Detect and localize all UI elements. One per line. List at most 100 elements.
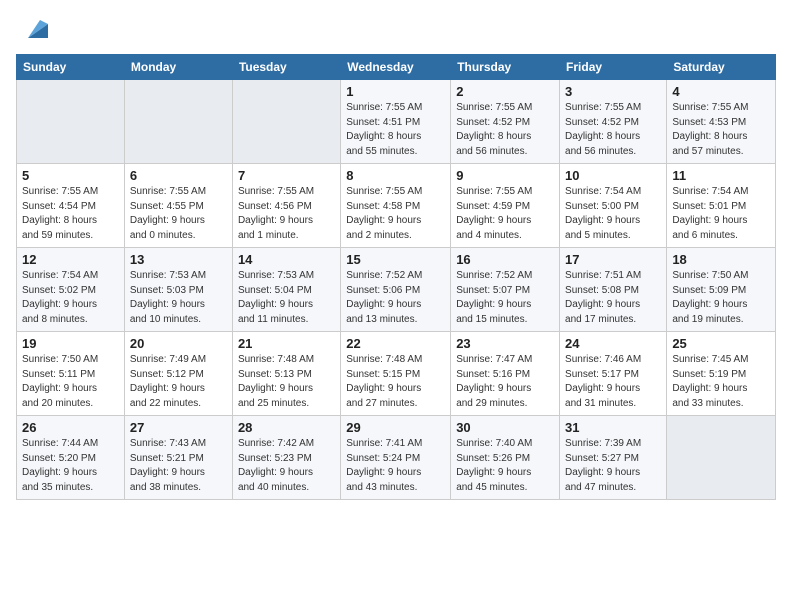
day-number: 29 — [346, 420, 445, 435]
calendar-cell: 19 Sunrise: 7:50 AM Sunset: 5:11 PM Dayli… — [17, 332, 125, 416]
weekday-header-friday: Friday — [560, 55, 667, 80]
day-number: 17 — [565, 252, 661, 267]
calendar-cell: 2Sunrise: 7:55 AM Sunset: 4:52 PM Daylig… — [451, 80, 560, 164]
day-info: Sunrise: 7:45 AM Sunset: 5:19 PM Dayligh… — [672, 353, 770, 411]
day-info: Sunrise: 7:42 AM Sunset: 5:23 PM Dayligh… — [238, 437, 335, 495]
calendar-cell: 24 Sunrise: 7:46 AM Sunset: 5:17 PM Dayli… — [560, 332, 667, 416]
calendar-cell: 21 Sunrise: 7:48 AM Sunset: 5:13 PM Dayli… — [232, 332, 340, 416]
day-info: Sunrise: 7:46 AM Sunset: 5:17 PM Dayligh… — [565, 353, 661, 411]
day-info: Sunrise: 7:51 AM Sunset: 5:08 PM Dayligh… — [565, 269, 661, 327]
calendar-cell: 16 Sunrise: 7:52 AM Sunset: 5:07 PM Dayli… — [451, 248, 560, 332]
calendar-cell: 8 Sunrise: 7:55 AM Sunset: 4:58 PM Daylig… — [341, 164, 451, 248]
weekday-header-thursday: Thursday — [451, 55, 560, 80]
day-info: Sunrise: 7:50 AM Sunset: 5:11 PM Dayligh… — [22, 353, 119, 411]
day-number: 13 — [130, 252, 227, 267]
day-number: 28 — [238, 420, 335, 435]
day-info: Sunrise: 7:54 AM Sunset: 5:00 PM Dayligh… — [565, 185, 661, 243]
calendar-cell: 26 Sunrise: 7:44 AM Sunset: 5:20 PM Dayli… — [17, 416, 125, 500]
day-number: 15 — [346, 252, 445, 267]
day-info: Sunrise: 7:55 AM Sunset: 4:56 PM Dayligh… — [238, 185, 335, 243]
calendar-cell — [17, 80, 125, 164]
calendar-cell: 13 Sunrise: 7:53 AM Sunset: 5:03 PM Dayli… — [124, 248, 232, 332]
day-number: 21 — [238, 336, 335, 351]
day-number: 7 — [238, 168, 335, 183]
calendar-cell: 29 Sunrise: 7:41 AM Sunset: 5:24 PM Dayli… — [341, 416, 451, 500]
calendar-week-1: 1 Sunrise: 7:55 AM Sunset: 4:51 PM Daylig… — [17, 80, 776, 164]
day-number: 23 — [456, 336, 554, 351]
calendar-cell: 31 Sunrise: 7:39 AM Sunset: 5:27 PM Dayli… — [560, 416, 667, 500]
day-info: Sunrise: 7:54 AM Sunset: 5:02 PM Dayligh… — [22, 269, 119, 327]
day-info: Sunrise: 7:43 AM Sunset: 5:21 PM Dayligh… — [130, 437, 227, 495]
day-number: 4 — [672, 84, 770, 99]
calendar-table: SundayMondayTuesdayWednesdayThursdayFrid… — [16, 54, 776, 500]
day-number: 10 — [565, 168, 661, 183]
calendar-week-2: 5 Sunrise: 7:55 AM Sunset: 4:54 PM Daylig… — [17, 164, 776, 248]
day-info: Sunrise: 7:44 AM Sunset: 5:20 PM Dayligh… — [22, 437, 119, 495]
day-number: 24 — [565, 336, 661, 351]
day-number: 16 — [456, 252, 554, 267]
weekday-header-monday: Monday — [124, 55, 232, 80]
day-info: Sunrise: 7:55 AM Sunset: 4:52 PM Dayligh… — [456, 101, 554, 159]
calendar-cell: 27 Sunrise: 7:43 AM Sunset: 5:21 PM Dayli… — [124, 416, 232, 500]
day-number: 20 — [130, 336, 227, 351]
day-info: Sunrise: 7:39 AM Sunset: 5:27 PM Dayligh… — [565, 437, 661, 495]
day-info: Sunrise: 7:47 AM Sunset: 5:16 PM Dayligh… — [456, 353, 554, 411]
day-info: Sunrise: 7:52 AM Sunset: 5:06 PM Dayligh… — [346, 269, 445, 327]
calendar-cell: 10 Sunrise: 7:54 AM Sunset: 5:00 PM Dayli… — [560, 164, 667, 248]
calendar-cell: 3Sunrise: 7:55 AM Sunset: 4:52 PM Daylig… — [560, 80, 667, 164]
calendar-week-4: 19 Sunrise: 7:50 AM Sunset: 5:11 PM Dayli… — [17, 332, 776, 416]
day-info: Sunrise: 7:40 AM Sunset: 5:26 PM Dayligh… — [456, 437, 554, 495]
calendar-cell — [667, 416, 776, 500]
day-info: Sunrise: 7:55 AM Sunset: 4:54 PM Dayligh… — [22, 185, 119, 243]
calendar-cell: 11 Sunrise: 7:54 AM Sunset: 5:01 PM Dayli… — [667, 164, 776, 248]
weekday-header-saturday: Saturday — [667, 55, 776, 80]
calendar-cell: 28 Sunrise: 7:42 AM Sunset: 5:23 PM Dayli… — [232, 416, 340, 500]
weekday-header-sunday: Sunday — [17, 55, 125, 80]
calendar-cell: 15 Sunrise: 7:52 AM Sunset: 5:06 PM Dayli… — [341, 248, 451, 332]
day-number: 8 — [346, 168, 445, 183]
calendar-cell — [124, 80, 232, 164]
day-number: 27 — [130, 420, 227, 435]
day-info: Sunrise: 7:41 AM Sunset: 5:24 PM Dayligh… — [346, 437, 445, 495]
day-info: Sunrise: 7:55 AM Sunset: 4:59 PM Dayligh… — [456, 185, 554, 243]
day-number: 5 — [22, 168, 119, 183]
day-number: 14 — [238, 252, 335, 267]
page-header — [16, 16, 776, 44]
day-info: Sunrise: 7:49 AM Sunset: 5:12 PM Dayligh… — [130, 353, 227, 411]
day-info: Sunrise: 7:53 AM Sunset: 5:03 PM Dayligh… — [130, 269, 227, 327]
day-number: 30 — [456, 420, 554, 435]
day-number: 11 — [672, 168, 770, 183]
calendar-cell: 14 Sunrise: 7:53 AM Sunset: 5:04 PM Dayli… — [232, 248, 340, 332]
day-number: 25 — [672, 336, 770, 351]
calendar-cell: 12Sunrise: 7:54 AM Sunset: 5:02 PM Dayli… — [17, 248, 125, 332]
day-number: 6 — [130, 168, 227, 183]
day-info: Sunrise: 7:55 AM Sunset: 4:53 PM Dayligh… — [672, 101, 770, 159]
calendar-cell: 7 Sunrise: 7:55 AM Sunset: 4:56 PM Daylig… — [232, 164, 340, 248]
calendar-cell: 5 Sunrise: 7:55 AM Sunset: 4:54 PM Daylig… — [17, 164, 125, 248]
day-info: Sunrise: 7:53 AM Sunset: 5:04 PM Dayligh… — [238, 269, 335, 327]
day-info: Sunrise: 7:50 AM Sunset: 5:09 PM Dayligh… — [672, 269, 770, 327]
day-number: 22 — [346, 336, 445, 351]
calendar-cell: 20 Sunrise: 7:49 AM Sunset: 5:12 PM Dayli… — [124, 332, 232, 416]
calendar-week-3: 12Sunrise: 7:54 AM Sunset: 5:02 PM Dayli… — [17, 248, 776, 332]
calendar-cell: 17 Sunrise: 7:51 AM Sunset: 5:08 PM Dayli… — [560, 248, 667, 332]
day-number: 26 — [22, 420, 119, 435]
weekday-header-tuesday: Tuesday — [232, 55, 340, 80]
day-info: Sunrise: 7:52 AM Sunset: 5:07 PM Dayligh… — [456, 269, 554, 327]
weekday-header-wednesday: Wednesday — [341, 55, 451, 80]
day-number: 19 — [22, 336, 119, 351]
day-number: 31 — [565, 420, 661, 435]
day-info: Sunrise: 7:55 AM Sunset: 4:55 PM Dayligh… — [130, 185, 227, 243]
weekday-header-row: SundayMondayTuesdayWednesdayThursdayFrid… — [17, 55, 776, 80]
day-number: 1 — [346, 84, 445, 99]
day-info: Sunrise: 7:48 AM Sunset: 5:15 PM Dayligh… — [346, 353, 445, 411]
logo-icon — [20, 16, 48, 44]
day-info: Sunrise: 7:55 AM Sunset: 4:51 PM Dayligh… — [346, 101, 445, 159]
calendar-week-5: 26 Sunrise: 7:44 AM Sunset: 5:20 PM Dayli… — [17, 416, 776, 500]
calendar-cell: 1 Sunrise: 7:55 AM Sunset: 4:51 PM Daylig… — [341, 80, 451, 164]
calendar-cell: 4 Sunrise: 7:55 AM Sunset: 4:53 PM Daylig… — [667, 80, 776, 164]
day-info: Sunrise: 7:48 AM Sunset: 5:13 PM Dayligh… — [238, 353, 335, 411]
day-info: Sunrise: 7:54 AM Sunset: 5:01 PM Dayligh… — [672, 185, 770, 243]
day-info: Sunrise: 7:55 AM Sunset: 4:58 PM Dayligh… — [346, 185, 445, 243]
day-number: 9 — [456, 168, 554, 183]
